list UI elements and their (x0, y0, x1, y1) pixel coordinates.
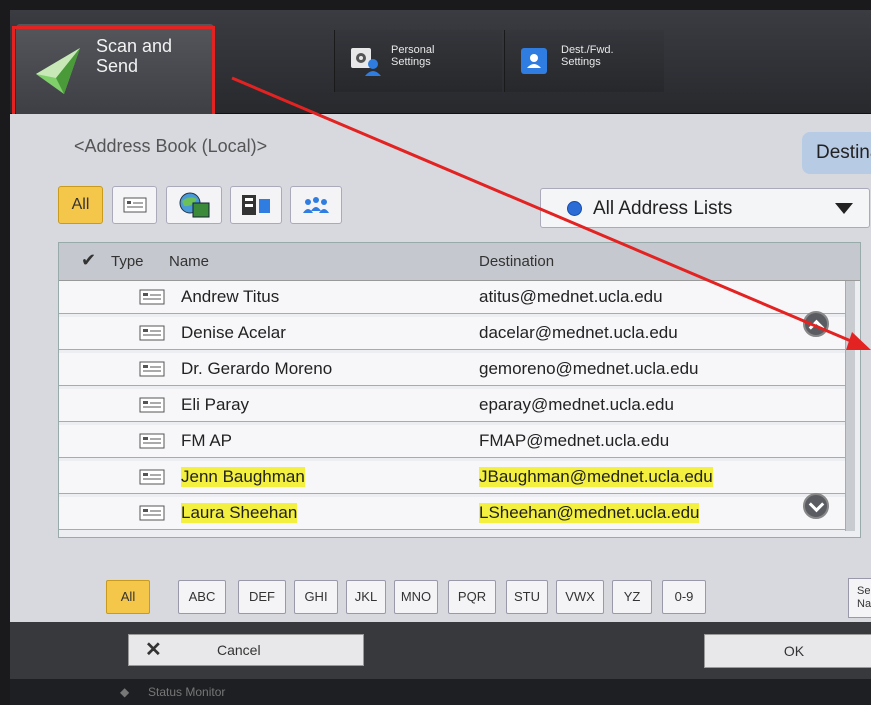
letter-filter-vwx[interactable]: VWX (556, 580, 604, 614)
gear-person-icon (351, 48, 381, 76)
letter-filter-pqr[interactable]: PQR (448, 580, 496, 614)
contact-card-icon (139, 433, 165, 449)
bottom-bar: ✕ Cancel OK (10, 622, 871, 679)
scroll-down-button[interactable] (803, 493, 829, 519)
letter-filter-yz[interactable]: YZ (612, 580, 652, 614)
table-row[interactable]: FM AP FMAP@mednet.ucla.edu (59, 425, 849, 458)
personal-settings-label: Personal Settings (391, 44, 435, 68)
row-destination: JBaughman@mednet.ucla.edu (479, 467, 713, 487)
letter-filter-jkl[interactable]: JKL (346, 580, 386, 614)
address-list-indicator-icon (567, 201, 582, 216)
letter-filter-def[interactable]: DEF (238, 580, 286, 614)
table-row[interactable]: Andrew Titus atitus@mednet.ucla.edu (59, 281, 849, 314)
status-footer[interactable]: ◆ Status Monitor (10, 679, 871, 705)
filter-all-button[interactable]: All (58, 186, 103, 224)
table-row[interactable]: Eli Paray eparay@mednet.ucla.edu (59, 389, 849, 422)
column-name-header[interactable]: Name (169, 253, 209, 270)
letter-filter-mno[interactable]: MNO (394, 580, 438, 614)
server-folder-icon (242, 195, 270, 215)
row-destination: FMAP@mednet.ucla.edu (479, 431, 670, 450)
select-all-check-icon[interactable]: ✔ (81, 250, 96, 271)
chevron-down-icon (835, 203, 853, 214)
letter-filter-0-9[interactable]: 0-9 (662, 580, 706, 614)
scroll-up-button[interactable] (803, 311, 829, 337)
scan-and-send-tab[interactable]: Scan and Send (16, 24, 214, 114)
table-row[interactable]: Dr. Gerardo Moreno gemoreno@mednet.ucla.e… (59, 353, 849, 386)
column-type-header[interactable]: Type (111, 253, 144, 270)
filter-group-button[interactable] (290, 186, 342, 224)
personal-settings-button[interactable]: Personal Settings (334, 30, 502, 92)
row-destination: atitus@mednet.ucla.edu (479, 287, 663, 306)
filter-file-button[interactable] (230, 186, 282, 224)
group-people-icon (303, 197, 329, 213)
dest-fwd-settings-label: Dest./Fwd. Settings (561, 44, 614, 68)
contact-card-icon (139, 325, 165, 341)
filter-fax-button[interactable] (166, 186, 222, 224)
letter-filter-ghi[interactable]: GHI (294, 580, 338, 614)
table-scrollbar[interactable] (845, 281, 855, 531)
contact-card-icon (139, 289, 165, 305)
dest-fwd-settings-button[interactable]: Dest./Fwd. Settings (504, 30, 664, 92)
row-destination: gemoreno@mednet.ucla.edu (479, 359, 699, 378)
contact-card-icon (139, 361, 165, 377)
row-name: Denise Acelar (181, 323, 286, 342)
cancel-label: Cancel (217, 642, 261, 658)
status-monitor-label: Status Monitor (148, 685, 226, 699)
destination-tab[interactable]: Destination (802, 132, 871, 174)
contact-card-icon (139, 397, 165, 413)
select-by-name-button[interactable]: Se Na (848, 578, 871, 618)
filter-all-label: All (71, 196, 90, 213)
globe-fax-icon (179, 192, 210, 218)
address-card-icon (521, 48, 547, 74)
row-destination: dacelar@mednet.ucla.edu (479, 323, 678, 342)
row-name: Jenn Baughman (181, 467, 305, 487)
paper-plane-icon (36, 48, 80, 94)
row-destination: eparay@mednet.ucla.edu (479, 395, 674, 414)
address-book-panel: <Address Book (Local)> Destination All (10, 114, 871, 679)
address-book-title: <Address Book (Local)> (74, 136, 268, 156)
ok-button[interactable]: OK (704, 634, 871, 668)
address-list-dropdown[interactable]: All Address Lists (540, 188, 870, 228)
row-name: Laura Sheehan (181, 503, 298, 523)
column-destination-header[interactable]: Destination (479, 253, 554, 270)
letter-filter-stu[interactable]: STU (506, 580, 548, 614)
table-row[interactable]: Denise Acelar dacelar@mednet.ucla.edu (59, 317, 849, 350)
status-monitor-icon: ◆ (120, 685, 130, 699)
contact-card-icon (123, 197, 146, 213)
printer-screen: Scan and Send Personal Settings Dest./Fw… (10, 10, 871, 705)
row-destination: LSheehan@mednet.ucla.edu (479, 503, 700, 523)
table-row[interactable]: Jenn Baughman JBaughman@mednet.ucla.edu (59, 461, 849, 494)
cancel-button[interactable]: ✕ Cancel (128, 634, 364, 666)
close-icon: ✕ (145, 639, 162, 661)
address-table: ✔ Type Name Destination Andrew Titus atit… (58, 242, 861, 538)
table-header: ✔ Type Name Destination (59, 243, 860, 281)
row-name: Eli Paray (181, 395, 250, 414)
letter-filter-bar: Se Na All ABC DEF GHI JKL MNO PQR STU VWX YZ 0-9 (10, 570, 871, 622)
address-list-selected: All Address Lists (593, 198, 733, 219)
top-bar: Scan and Send Personal Settings Dest./Fw… (10, 10, 871, 123)
letter-filter-abc[interactable]: ABC (178, 580, 226, 614)
row-name: Dr. Gerardo Moreno (181, 359, 333, 378)
row-name: FM AP (181, 431, 233, 450)
filter-email-button[interactable] (112, 186, 157, 224)
scan-and-send-label: Scan and Send (96, 36, 173, 76)
row-name: Andrew Titus (181, 287, 280, 306)
letter-filter-all[interactable]: All (106, 580, 150, 614)
contact-card-icon (139, 469, 165, 485)
contact-card-icon (139, 505, 165, 521)
table-row[interactable]: Laura Sheehan LSheehan@mednet.ucla.edu (59, 497, 849, 530)
